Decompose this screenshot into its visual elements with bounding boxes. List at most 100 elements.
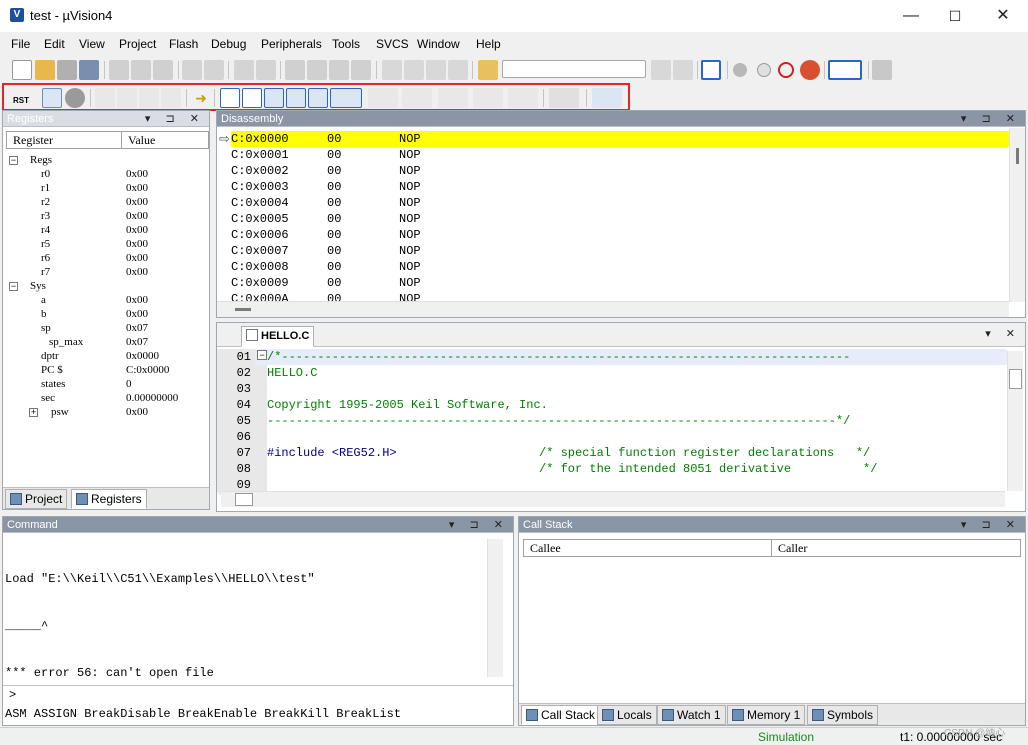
code-line[interactable]: 05 --------------------------------------…: [217, 413, 1007, 429]
breakpoint-icon[interactable]: [733, 63, 747, 77]
register-value[interactable]: 0x00: [126, 167, 148, 181]
disassembly-row[interactable]: C:0x0007 00 NOP: [231, 243, 1011, 259]
new-file-icon[interactable]: [12, 60, 32, 80]
register-value[interactable]: 0x0000: [126, 349, 159, 363]
disassembly-row[interactable]: C:0x0000 00 NOP: [231, 131, 1011, 147]
register-value[interactable]: 0x00: [126, 223, 148, 237]
bookmark-clear-icon[interactable]: [351, 60, 371, 80]
code-line[interactable]: 06: [217, 429, 1007, 445]
menu-help[interactable]: Help: [476, 37, 501, 51]
tab-registers[interactable]: Registers: [71, 489, 147, 509]
disassembly-row[interactable]: C:0x0004 00 NOP: [231, 195, 1011, 211]
fold-toggle-icon[interactable]: −: [257, 350, 267, 360]
disassembly-row[interactable]: C:0x0005 00 NOP: [231, 211, 1011, 227]
save-all-icon[interactable]: [79, 60, 99, 80]
register-value[interactable]: 0x00: [126, 293, 148, 307]
nav-forward-icon[interactable]: [256, 60, 276, 80]
copy-icon[interactable]: [131, 60, 151, 80]
paste-icon[interactable]: [153, 60, 173, 80]
minimize-icon[interactable]: —: [888, 0, 934, 32]
register-value[interactable]: 0: [126, 377, 132, 391]
caller-column-header[interactable]: Caller: [771, 539, 1021, 557]
kill-breakpoints-icon[interactable]: [778, 62, 794, 78]
uncomment-icon[interactable]: [448, 60, 468, 80]
code-line[interactable]: 04 Copyright 1995-2005 Keil Software, Inc…: [217, 397, 1007, 413]
bookmark-icon[interactable]: [285, 60, 305, 80]
find-combo[interactable]: [502, 60, 646, 78]
tab-watch-1[interactable]: Watch 1: [657, 705, 726, 725]
code-line[interactable]: 01 /*------------------------------------…: [217, 349, 1007, 365]
cut-icon[interactable]: [109, 60, 129, 80]
editor-controls-icon[interactable]: ▾ ✕: [985, 327, 1021, 340]
window-select-icon[interactable]: [828, 60, 862, 80]
redo-icon[interactable]: [204, 60, 224, 80]
code-line[interactable]: 03: [217, 381, 1007, 397]
menu-peripherals[interactable]: Peripherals: [261, 37, 322, 51]
disassembly-row[interactable]: C:0x0008 00 NOP: [231, 259, 1011, 275]
disassembly-row[interactable]: C:0x0001 00 NOP: [231, 147, 1011, 163]
indent-icon[interactable]: [382, 60, 402, 80]
tree-toggle-icon[interactable]: +: [29, 408, 38, 417]
pane-controls-icon[interactable]: ▾ ⊐ ✕: [449, 517, 509, 533]
register-column-header[interactable]: Register: [6, 131, 122, 149]
menu-debug[interactable]: Debug: [211, 37, 246, 51]
tab-call-stack[interactable]: Call Stack: [521, 705, 601, 725]
pane-controls-icon[interactable]: ▾ ⊐ ✕: [961, 111, 1021, 127]
tab-symbols[interactable]: Symbols: [807, 705, 879, 725]
register-value[interactable]: C:0x0000: [126, 363, 169, 377]
debug-session-icon[interactable]: [701, 60, 721, 80]
register-value[interactable]: 0x07: [126, 335, 148, 349]
register-value[interactable]: 0x00: [126, 307, 148, 321]
tab-locals[interactable]: Locals: [597, 705, 657, 725]
configure-icon[interactable]: [872, 60, 892, 80]
callee-column-header[interactable]: Callee: [523, 539, 772, 557]
menu-svcs[interactable]: SVCS: [376, 37, 409, 51]
maximize-icon[interactable]: ☐: [932, 0, 978, 32]
bookmark-next-icon[interactable]: [329, 60, 349, 80]
disassembly-row[interactable]: C:0x0003 00 NOP: [231, 179, 1011, 195]
unindent-icon[interactable]: [404, 60, 424, 80]
tree-toggle-icon[interactable]: −: [9, 156, 18, 165]
pane-controls-icon[interactable]: ▾ ⊐ ✕: [961, 517, 1021, 533]
find-icon[interactable]: [651, 60, 671, 80]
register-value[interactable]: 0x07: [126, 321, 148, 335]
comment-icon[interactable]: [426, 60, 446, 80]
nav-back-icon[interactable]: [234, 60, 254, 80]
tab-hello-c[interactable]: HELLO.C: [241, 326, 315, 347]
pane-controls-icon[interactable]: ▾ ⊐ ✕: [145, 111, 205, 127]
tab-memory-1[interactable]: Memory 1: [727, 705, 806, 725]
menu-flash[interactable]: Flash: [169, 37, 198, 51]
register-value[interactable]: 0x00: [126, 195, 148, 209]
disassembly-row[interactable]: C:0x0009 00 NOP: [231, 275, 1011, 291]
code-line[interactable]: 02 HELLO.C: [217, 365, 1007, 381]
register-value[interactable]: 0x00: [126, 405, 148, 419]
register-value[interactable]: 0x00: [126, 265, 148, 279]
register-value[interactable]: 0x00: [126, 181, 148, 195]
menu-edit[interactable]: Edit: [44, 37, 65, 51]
editor-vscroll[interactable]: [1007, 351, 1023, 491]
disassembly-row[interactable]: C:0x0006 00 NOP: [231, 227, 1011, 243]
value-column-header[interactable]: Value: [121, 131, 209, 149]
disassembly-vscroll[interactable]: [1009, 128, 1025, 302]
register-value[interactable]: 0x00: [126, 209, 148, 223]
register-value[interactable]: 0x00: [126, 237, 148, 251]
clear-breakpoints-icon[interactable]: [800, 60, 820, 80]
editor-hscroll[interactable]: [221, 491, 1005, 507]
tree-toggle-icon[interactable]: −: [9, 282, 18, 291]
find-in-files-icon[interactable]: [478, 60, 498, 80]
disassembly-hscroll[interactable]: [217, 301, 1009, 317]
code-line[interactable]: 07 #include <REG52.H> /* special function …: [217, 445, 1007, 461]
command-vscroll[interactable]: [487, 539, 503, 677]
incremental-find-icon[interactable]: [673, 60, 693, 80]
command-input[interactable]: >: [3, 685, 513, 705]
menu-window[interactable]: Window: [417, 37, 460, 51]
tab-project[interactable]: Project: [5, 489, 68, 509]
save-icon[interactable]: [57, 60, 77, 80]
menu-view[interactable]: View: [79, 37, 105, 51]
menu-tools[interactable]: Tools: [332, 37, 360, 51]
register-value[interactable]: 0.00000000: [126, 391, 178, 405]
menu-project[interactable]: Project: [119, 37, 156, 51]
undo-icon[interactable]: [182, 60, 202, 80]
close-icon[interactable]: ✕: [980, 0, 1026, 32]
bookmark-prev-icon[interactable]: [307, 60, 327, 80]
